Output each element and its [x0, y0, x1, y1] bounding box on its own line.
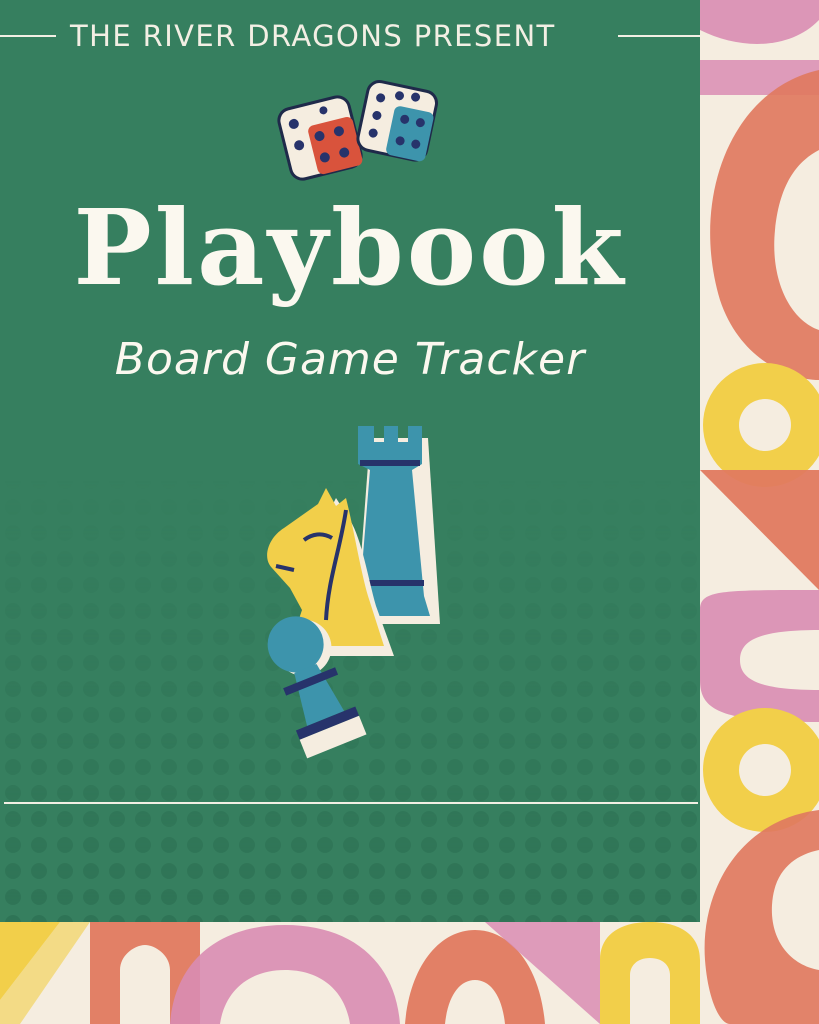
presenter-text: THE RIVER DRAGONS PRESENT	[70, 19, 556, 53]
bottom-rule	[4, 802, 698, 804]
cover-subtitle: Board Game Tracker	[114, 334, 586, 385]
cover-title: Playbook	[73, 186, 627, 309]
cover-page: THE RIVER DRAGONS PRESENT Playbook Board…	[0, 0, 819, 1024]
chess-pieces-illustration	[267, 426, 440, 759]
presenter-row: THE RIVER DRAGONS PRESENT	[0, 14, 700, 58]
green-panel: THE RIVER DRAGONS PRESENT Playbook Board…	[0, 0, 700, 922]
presenter-rule-left	[0, 35, 56, 37]
presenter-rule-right	[618, 35, 700, 37]
dice-icon	[277, 80, 439, 181]
